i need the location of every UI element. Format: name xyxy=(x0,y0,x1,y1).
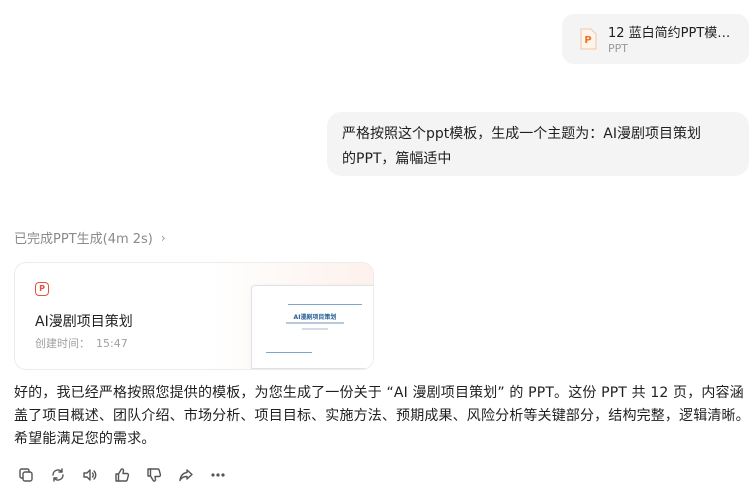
ppt-title: AI漫剧项目策划 xyxy=(35,314,133,330)
message-actions xyxy=(17,466,227,484)
chevron-right-icon: › xyxy=(160,230,166,245)
thumbnail-subtitle-bar xyxy=(302,328,328,330)
ppt-created-time: 创建时间： 15:47 xyxy=(35,335,128,351)
svg-text:P: P xyxy=(584,35,591,46)
thumbs-down-icon[interactable] xyxy=(145,466,163,484)
ppt-badge-icon: P xyxy=(35,282,49,296)
regenerate-icon[interactable] xyxy=(49,466,67,484)
user-message-line: 严格按照这个ppt模板，生成一个主题为：AI漫剧项目策划 xyxy=(342,126,701,142)
copy-icon[interactable] xyxy=(17,466,35,484)
ppt-thumbnail[interactable]: AI漫剧项目策划 xyxy=(251,285,373,369)
created-label: 创建时间： xyxy=(35,337,90,350)
thumbs-up-icon[interactable] xyxy=(113,466,131,484)
thumbnail-rule xyxy=(288,304,362,305)
attachment-card[interactable]: P 12 蓝白简约PPT模… PPT xyxy=(562,14,749,64)
share-icon[interactable] xyxy=(177,466,195,484)
attachment-name: 12 蓝白简约PPT模… xyxy=(608,26,731,41)
speaker-icon[interactable] xyxy=(81,466,99,484)
attachment-type: PPT xyxy=(608,42,628,55)
ppt-result-card[interactable]: P AI漫剧项目策划 创建时间： 15:47 AI漫剧项目策划 xyxy=(14,262,374,370)
more-icon[interactable] xyxy=(209,466,227,484)
thumbnail-rule xyxy=(266,352,312,353)
ppt-file-icon: P xyxy=(576,27,600,51)
created-time-value: 15:47 xyxy=(96,337,128,350)
thumbnail-title: AI漫剧项目策划 xyxy=(293,314,337,321)
user-message-line: 的PPT，篇幅适中 xyxy=(342,151,452,167)
assistant-reply: 好的，我已经严格按照您提供的模板，为您生成了一份关于 “AI 漫剧项目策划” 的… xyxy=(14,385,750,447)
thumbnail-subtitle-bar xyxy=(286,322,344,324)
generation-status-label: 已完成PPT生成(4m 2s) xyxy=(14,232,153,247)
user-message: 严格按照这个ppt模板，生成一个主题为：AI漫剧项目策划 的PPT，篇幅适中 xyxy=(327,112,749,176)
generation-status[interactable]: 已完成PPT生成(4m 2s) › xyxy=(14,228,166,248)
